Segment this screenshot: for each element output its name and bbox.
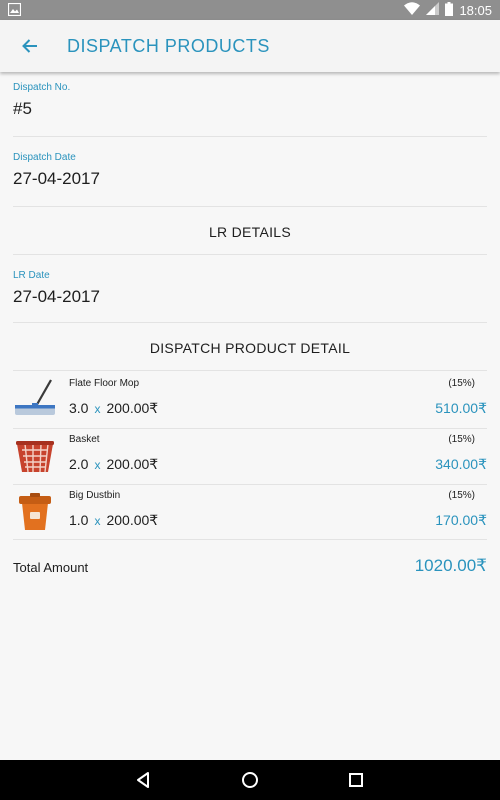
item-name: Big Dustbin xyxy=(69,490,121,501)
product-detail-heading: DISPATCH PRODUCT DETAIL xyxy=(149,340,351,356)
dispatch-date-field: Dispatch Date 27-04-2017 xyxy=(13,152,100,189)
basket-icon xyxy=(13,434,57,476)
item-tax: (15%) xyxy=(448,434,475,445)
dispatch-no-label: Dispatch No. xyxy=(13,82,71,93)
item-unit-price: 200.00₹ xyxy=(106,512,159,528)
item-qty-value: 3.0 xyxy=(69,400,89,416)
divider xyxy=(13,370,487,371)
list-item[interactable]: Flate Floor Mop 3.0 x 200.00₹ (15%) 510.00… xyxy=(13,376,487,424)
mop-icon xyxy=(13,378,57,420)
item-qty-value: 2.0 xyxy=(69,456,89,472)
divider xyxy=(13,539,487,540)
item-quantity: 3.0 x 200.00₹ xyxy=(69,400,158,417)
times-sign: x xyxy=(94,402,101,416)
home-circle-icon[interactable] xyxy=(240,770,260,790)
lr-date-value: 27-04-2017 xyxy=(13,287,100,306)
dispatch-date-label: Dispatch Date xyxy=(13,152,76,163)
item-unit-price: 200.00₹ xyxy=(106,400,159,416)
list-item[interactable]: Basket 2.0 x 200.00₹ (15%) 340.00₹ xyxy=(13,432,487,480)
clock-time: 18:05 xyxy=(459,2,492,18)
times-sign: x xyxy=(94,514,101,528)
item-tax: (15%) xyxy=(448,378,475,389)
back-arrow-icon[interactable] xyxy=(18,34,42,58)
item-name: Basket xyxy=(69,434,100,445)
item-qty-value: 1.0 xyxy=(69,512,89,528)
item-unit-price: 200.00₹ xyxy=(106,456,159,472)
navigation-bar xyxy=(0,760,500,800)
divider xyxy=(13,484,487,485)
lr-details-heading: LR DETAILS xyxy=(208,224,292,240)
page-title: DISPATCH PRODUCTS xyxy=(67,36,270,56)
divider xyxy=(13,254,487,255)
item-amount: 510.00₹ xyxy=(435,400,487,416)
dispatch-date-value: 27-04-2017 xyxy=(13,169,100,188)
divider xyxy=(13,428,487,429)
app-bar: DISPATCH PRODUCTS xyxy=(0,20,500,72)
divider xyxy=(13,136,487,137)
divider xyxy=(13,206,487,207)
dispatch-no-value: #5 xyxy=(13,99,32,118)
dispatch-no-field: Dispatch No. #5 xyxy=(13,82,70,119)
lr-date-field: LR Date 27-04-2017 xyxy=(13,270,100,307)
dustbin-icon xyxy=(13,490,57,532)
signal-icon xyxy=(426,2,440,18)
recents-square-icon[interactable] xyxy=(346,770,366,790)
wifi-icon xyxy=(404,1,421,19)
item-quantity: 2.0 x 200.00₹ xyxy=(69,456,158,473)
back-triangle-icon[interactable] xyxy=(134,770,154,790)
battery-icon xyxy=(445,1,454,19)
total-amount-value: 1020.00₹ xyxy=(414,556,487,575)
dispatch-details: Dispatch No. #5 Dispatch Date 27-04-2017… xyxy=(0,72,500,760)
item-tax: (15%) xyxy=(448,490,475,501)
item-amount: 170.00₹ xyxy=(435,512,487,528)
times-sign: x xyxy=(94,458,101,472)
list-item[interactable]: Big Dustbin 1.0 x 200.00₹ (15%) 170.00₹ xyxy=(13,488,487,536)
image-notification-icon xyxy=(7,2,22,21)
item-amount: 340.00₹ xyxy=(435,456,487,472)
item-name: Flate Floor Mop xyxy=(69,378,140,389)
lr-date-label: LR Date xyxy=(13,270,50,281)
divider xyxy=(13,322,487,323)
item-quantity: 1.0 x 200.00₹ xyxy=(69,512,158,529)
total-amount-label: Total Amount xyxy=(13,560,89,575)
status-bar: 18:05 xyxy=(0,0,500,20)
